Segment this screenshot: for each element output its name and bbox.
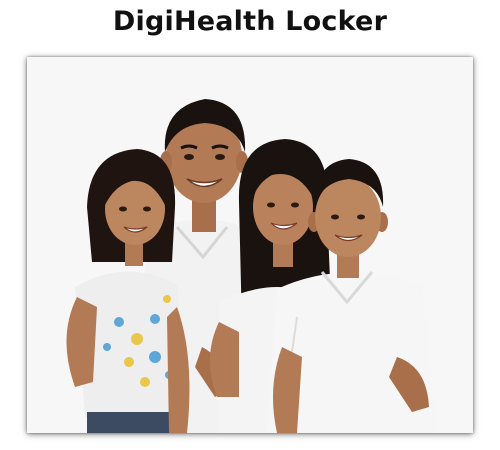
- page-title: DigiHealth Locker: [112, 6, 388, 37]
- family-photo-illustration: [27, 57, 473, 433]
- page: DigiHealth Locker: [0, 0, 500, 450]
- family-photo: [27, 57, 473, 433]
